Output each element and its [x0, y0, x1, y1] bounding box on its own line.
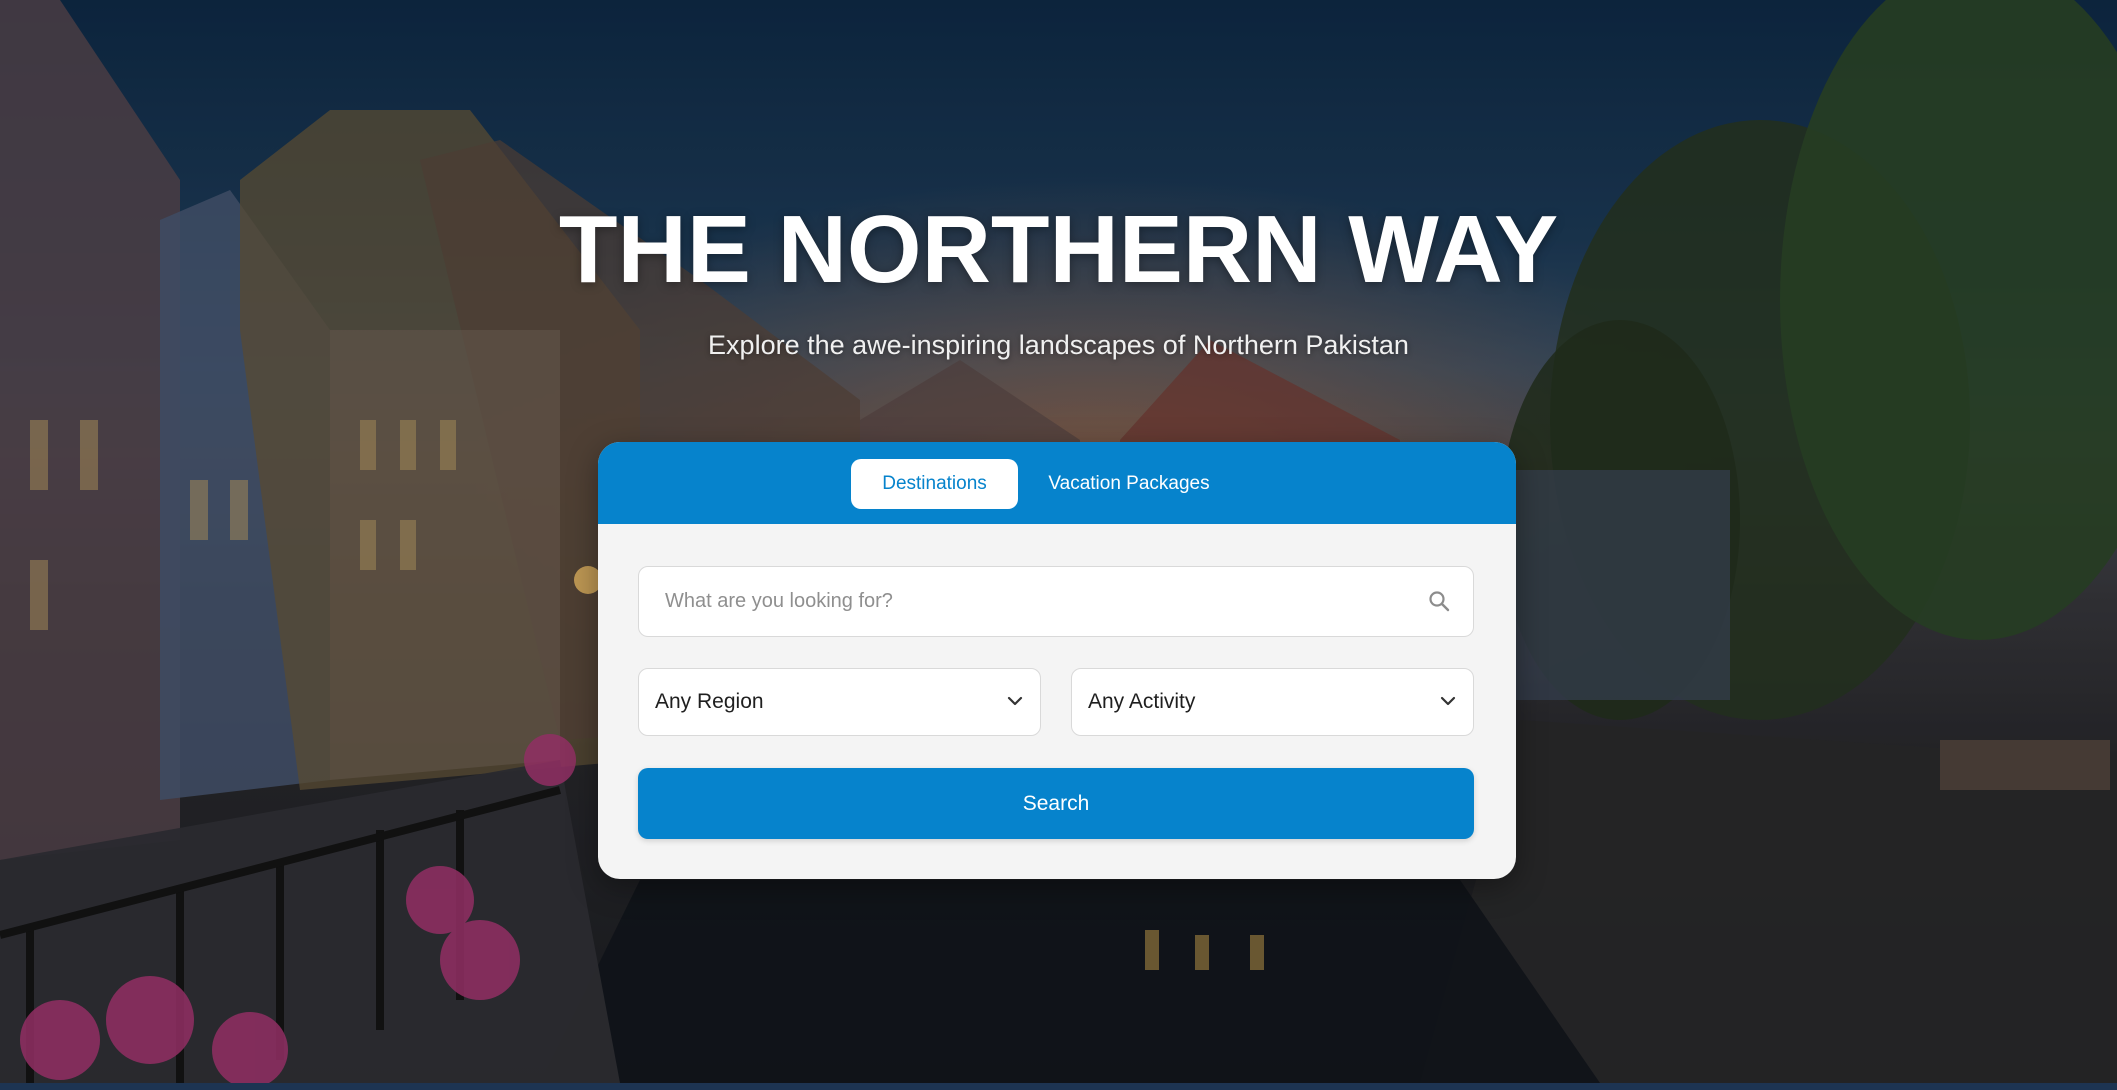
search-card: Destinations Vacation Packages Any Regio…: [598, 442, 1516, 879]
activity-select[interactable]: Any Activity: [1071, 668, 1474, 736]
chevron-down-icon: [1440, 696, 1456, 706]
search-icon[interactable]: [1427, 589, 1451, 613]
search-field: [638, 566, 1474, 637]
region-select-value: Any Region: [655, 690, 764, 713]
search-tab-bar: Destinations Vacation Packages: [598, 442, 1516, 524]
tab-destinations[interactable]: Destinations: [851, 459, 1018, 509]
hero-section: THE NORTHERN WAY Explore the awe-inspiri…: [0, 0, 2117, 1083]
activity-select-value: Any Activity: [1088, 690, 1196, 713]
search-input[interactable]: [639, 567, 1425, 635]
tab-vacation-packages[interactable]: Vacation Packages: [1034, 459, 1224, 509]
search-button[interactable]: Search: [638, 768, 1474, 839]
region-select[interactable]: Any Region: [638, 668, 1041, 736]
chevron-down-icon: [1007, 696, 1023, 706]
hero-subtitle: Explore the awe-inspiring landscapes of …: [708, 330, 1409, 360]
hero-title: THE NORTHERN WAY: [558, 196, 1559, 303]
